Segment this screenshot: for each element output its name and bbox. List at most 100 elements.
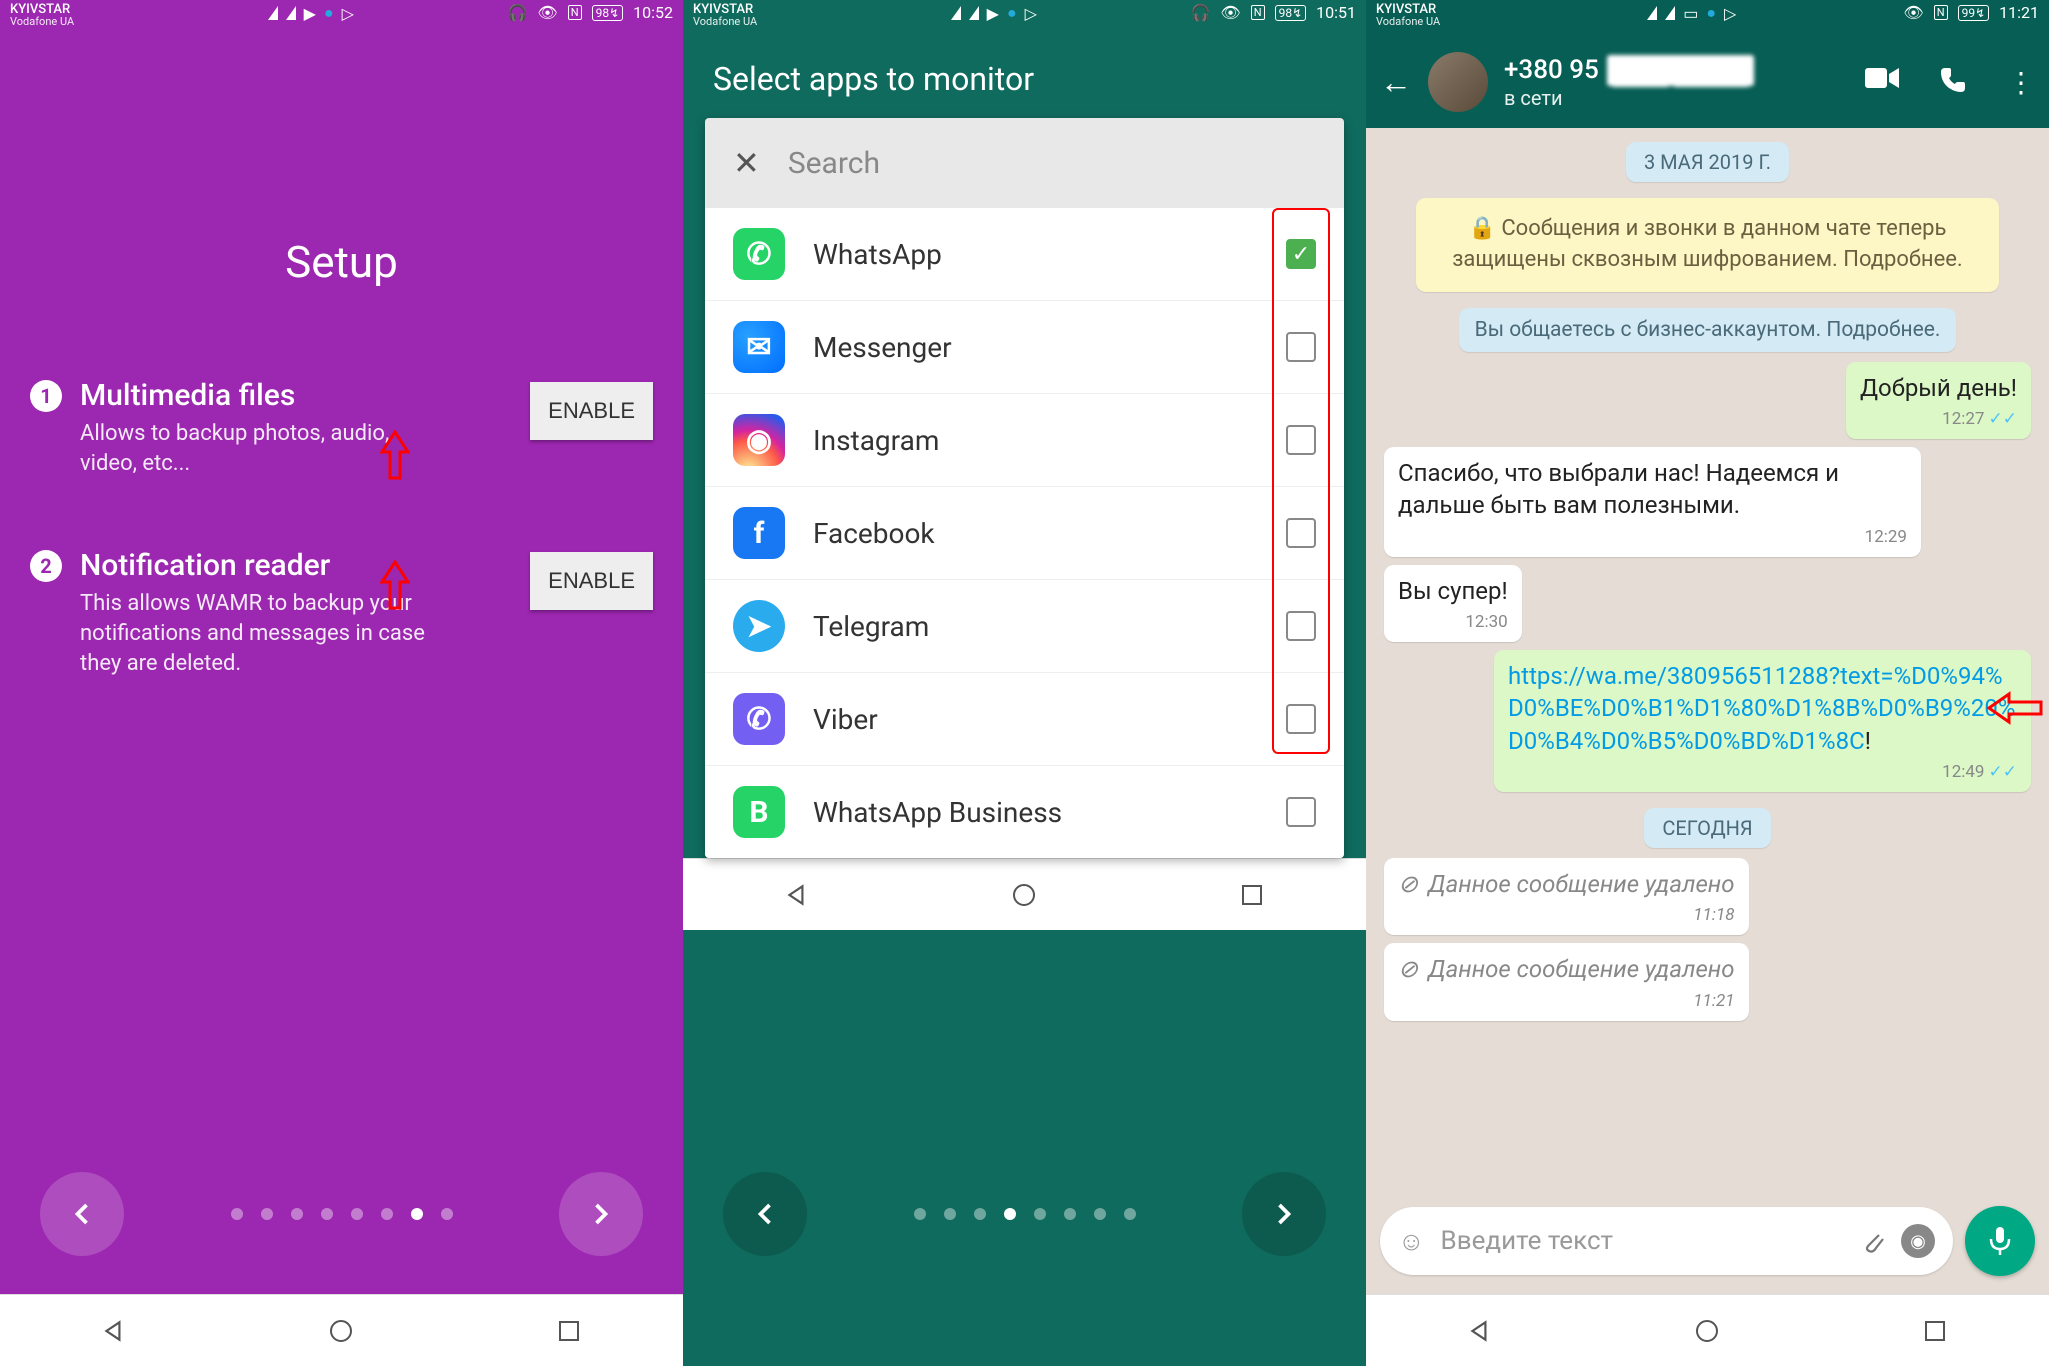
carrier-2: Vodafone UA <box>10 16 74 27</box>
message-time: 12:27✓✓ <box>1860 408 2017 431</box>
nav-recent-button[interactable] <box>554 1316 584 1346</box>
setup-item-multimedia: 1 Multimedia files Allows to backup phot… <box>30 378 653 478</box>
page-dot[interactable] <box>351 1208 363 1220</box>
android-nav-bar <box>0 1294 683 1366</box>
play-icon: ▶ <box>304 4 316 23</box>
android-nav-bar <box>683 858 1366 930</box>
camera-icon[interactable]: ◉ <box>1901 1224 1935 1258</box>
page-dot[interactable] <box>1094 1208 1106 1220</box>
app-icon: f <box>733 507 785 559</box>
prev-page-button[interactable] <box>40 1172 124 1256</box>
next-page-button[interactable] <box>559 1172 643 1256</box>
status-time: 11:21 <box>1999 3 2039 22</box>
eye-icon: 👁 <box>1903 3 1923 22</box>
nav-home-button[interactable] <box>1009 880 1039 910</box>
page-dot[interactable] <box>914 1208 926 1220</box>
eye-icon: 👁 <box>537 3 557 22</box>
page-dot[interactable] <box>1064 1208 1076 1220</box>
nav-back-button[interactable] <box>782 880 812 910</box>
outgoing-message-bubble[interactable]: https://wa.me/380956511288?text=%D0%94%D… <box>1494 650 2031 792</box>
chat-header: ← +380 95 ███ ████ в сети ⋮ <box>1366 36 2049 128</box>
nav-recent-button[interactable] <box>1237 880 1267 910</box>
next-page-button[interactable] <box>1242 1172 1326 1256</box>
app-row[interactable]: B WhatsApp Business <box>705 766 1344 858</box>
encryption-notice[interactable]: 🔒 Сообщения и звонки в данном чате тепер… <box>1416 198 1999 292</box>
contact-avatar[interactable] <box>1428 52 1488 112</box>
nav-home-button[interactable] <box>1692 1316 1722 1346</box>
date-pill: 3 МАЯ 2019 Г. <box>1626 142 1789 182</box>
nav-back-button[interactable] <box>99 1316 129 1346</box>
app-icon: ◉ <box>733 414 785 466</box>
carrier-2: Vodafone UA <box>693 16 757 27</box>
video-call-button[interactable] <box>1865 66 1899 99</box>
battery-label: 98↯ <box>1275 5 1307 21</box>
message-input[interactable]: ☺ Введите текст ◉ <box>1380 1207 1953 1275</box>
app-row[interactable]: ➤ Telegram <box>705 580 1344 673</box>
close-icon[interactable]: ✕ <box>733 144 760 182</box>
page-dot[interactable] <box>974 1208 986 1220</box>
app-icon: B <box>733 786 785 838</box>
status-bar: KYIVSTAR Vodafone UA ▭ ● ▷ 👁 N 99↯ 11:21 <box>1366 0 2049 36</box>
wamr-setup-screen: KYIVSTAR Vodafone UA ▶ ● ▷ 🎧 👁 N 98↯ 10:… <box>0 0 683 1366</box>
page-dot[interactable] <box>1004 1208 1016 1220</box>
business-notice[interactable]: Вы общаетесь с бизнес-аккаунтом. Подробн… <box>1459 308 1957 352</box>
page-dot[interactable] <box>441 1208 453 1220</box>
search-row[interactable]: ✕ Search <box>705 118 1344 208</box>
status-time: 10:51 <box>1316 3 1356 22</box>
page-dot[interactable] <box>321 1208 333 1220</box>
attach-icon[interactable] <box>1859 1227 1885 1255</box>
enable-multimedia-button[interactable]: ENABLE <box>530 382 653 440</box>
page-dot[interactable] <box>381 1208 393 1220</box>
nav-recent-button[interactable] <box>1920 1316 1950 1346</box>
app-name-label: Messenger <box>813 331 1258 364</box>
page-dot[interactable] <box>291 1208 303 1220</box>
emoji-icon[interactable]: ☺ <box>1398 1226 1425 1257</box>
prev-page-button[interactable] <box>723 1172 807 1256</box>
nav-home-button[interactable] <box>326 1316 356 1346</box>
deleted-message-bubble[interactable]: ⊘Данное сообщение удалено11:18 <box>1384 858 1749 935</box>
app-row[interactable]: ◉ Instagram <box>705 394 1344 487</box>
message-input-bar: ☺ Введите текст ◉ <box>1366 1194 2049 1294</box>
incoming-message-bubble[interactable]: Спасибо, что выбрали нас! Надеемся и дал… <box>1384 447 1921 557</box>
pager <box>0 1172 683 1256</box>
app-row[interactable]: ✆ WhatsApp ✓ <box>705 208 1344 301</box>
setup-title: Setup <box>30 236 653 288</box>
message-text: Данное сообщение удалено <box>1428 953 1734 985</box>
contact-title-block[interactable]: +380 95 ███ ████ в сети <box>1504 55 1849 110</box>
deleted-icon: ⊘ <box>1398 953 1418 985</box>
app-row[interactable]: ✆ Viber <box>705 673 1344 766</box>
android-nav-bar <box>1366 1294 2049 1366</box>
setup-content: Setup 1 Multimedia files Allows to backu… <box>0 36 683 1294</box>
incoming-message-bubble[interactable]: Вы супер!12:30 <box>1384 565 1522 642</box>
mic-button[interactable] <box>1965 1206 2035 1276</box>
page-dot[interactable] <box>231 1208 243 1220</box>
enable-notification-button[interactable]: ENABLE <box>530 552 653 610</box>
page-dot[interactable] <box>261 1208 273 1220</box>
app-row[interactable]: ✉ Messenger <box>705 301 1344 394</box>
chat-body[interactable]: 3 МАЯ 2019 Г. 🔒 Сообщения и звонки в дан… <box>1366 128 2049 1194</box>
app-row[interactable]: f Facebook <box>705 487 1344 580</box>
deleted-message-bubble[interactable]: ⊘Данное сообщение удалено11:21 <box>1384 943 1749 1020</box>
more-menu-button[interactable]: ⋮ <box>2007 66 2035 99</box>
nav-back-button[interactable] <box>1465 1316 1495 1346</box>
page-dot[interactable] <box>944 1208 956 1220</box>
step-number: 1 <box>30 380 62 412</box>
nfc-icon: N <box>568 5 582 20</box>
annotation-arrow-1 <box>380 430 410 480</box>
app-checkbox[interactable] <box>1286 797 1316 827</box>
status-bar: KYIVSTAR Vodafone UA ▶ ● ▷ 🎧 👁 N 98↯ 10:… <box>0 0 683 36</box>
voice-call-button[interactable] <box>1939 66 1967 99</box>
back-button[interactable]: ← <box>1380 63 1412 101</box>
battery-label: 98↯ <box>592 5 624 21</box>
page-dot[interactable] <box>1124 1208 1136 1220</box>
page-dot[interactable] <box>1034 1208 1046 1220</box>
page-dot[interactable] <box>411 1208 423 1220</box>
step-number: 2 <box>30 550 62 582</box>
page-dots <box>231 1208 453 1220</box>
message-text: Спасибо, что выбрали нас! Надеемся и дал… <box>1398 459 1839 519</box>
outgoing-message-bubble[interactable]: Добрый день!12:27✓✓ <box>1846 362 2031 439</box>
signal-2-icon <box>1665 6 1675 20</box>
message-link[interactable]: https://wa.me/380956511288?text=%D0%94%D… <box>1508 662 2015 755</box>
status-time: 10:52 <box>633 3 673 22</box>
status-bar: KYIVSTAR Vodafone UA ▶ ● ▷ 🎧 👁 N 98↯ 10:… <box>683 0 1366 36</box>
